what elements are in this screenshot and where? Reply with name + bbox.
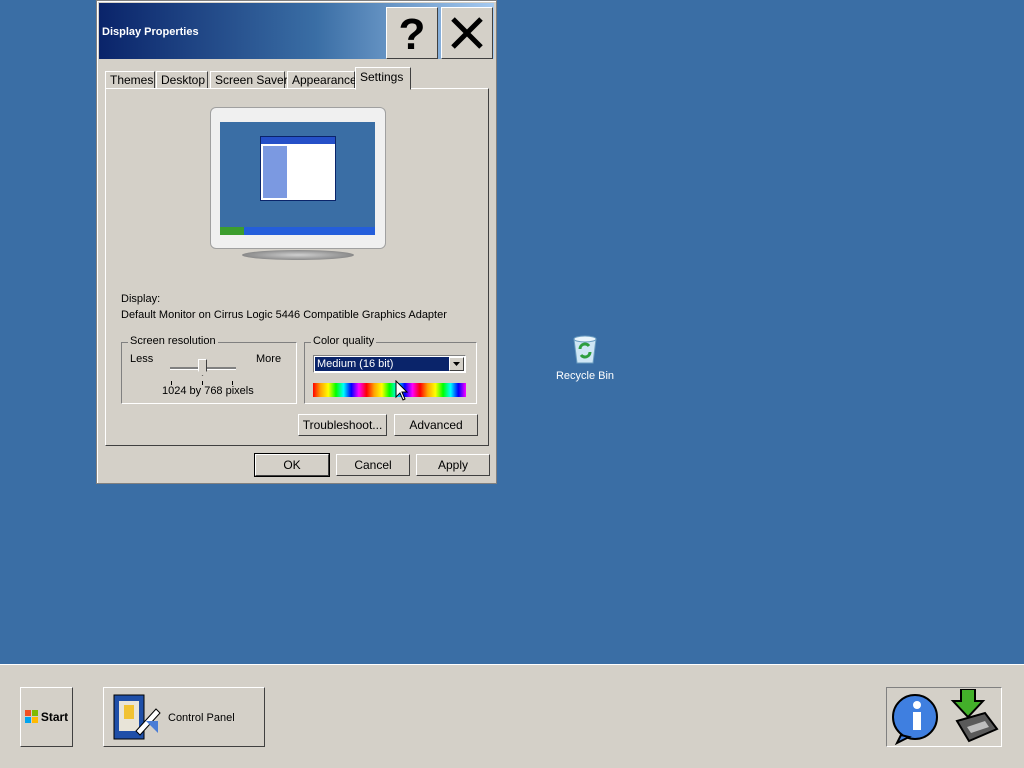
taskbar: Start Control Panel xyxy=(0,664,1024,768)
recycle-bin-desktop-icon[interactable]: Recycle Bin xyxy=(553,333,617,382)
tab-settings[interactable]: Settings xyxy=(355,67,411,90)
screen-resolution-legend: Screen resolution xyxy=(128,335,218,347)
chevron-down-icon xyxy=(453,362,460,366)
windows-logo-icon xyxy=(24,710,38,723)
monitor-preview xyxy=(210,107,386,260)
preview-start xyxy=(220,227,244,235)
dialog-title: Display Properties xyxy=(102,26,199,38)
resolution-slider-thumb[interactable] xyxy=(198,359,207,376)
tab-desktop[interactable]: Desktop xyxy=(156,71,208,89)
color-quality-value: Medium (16 bit) xyxy=(315,357,449,371)
color-quality-select[interactable]: Medium (16 bit) xyxy=(313,355,466,373)
svg-text:?: ? xyxy=(399,11,426,55)
close-button[interactable] xyxy=(441,7,493,59)
task-label: Control Panel xyxy=(168,712,235,724)
more-label: More xyxy=(256,353,282,365)
display-properties-dialog: Display Properties ? Themes Desktop Scre… xyxy=(96,0,497,484)
advanced-button[interactable]: Advanced xyxy=(394,414,478,436)
dropdown-button[interactable] xyxy=(449,357,464,371)
preview-window xyxy=(260,136,336,201)
resolution-value: 1024 by 768 pixels xyxy=(162,385,254,397)
display-label: Display: xyxy=(121,293,161,305)
monitor-body xyxy=(210,107,386,249)
info-icon[interactable] xyxy=(889,691,943,745)
tab-themes[interactable]: Themes xyxy=(105,71,155,89)
apply-button[interactable]: Apply xyxy=(416,454,490,476)
display-value: Default Monitor on Cirrus Logic 5446 Com… xyxy=(121,309,447,321)
troubleshoot-button[interactable]: Troubleshoot... xyxy=(298,414,387,436)
question-icon: ? xyxy=(399,11,426,55)
ok-button[interactable]: OK xyxy=(254,453,330,477)
monitor-stand xyxy=(242,250,354,260)
screen-resolution-group: Screen resolution Less More 1024 by 768 … xyxy=(121,335,297,404)
start-button[interactable]: Start xyxy=(20,687,73,747)
mouse-cursor-icon xyxy=(395,380,409,401)
color-spectrum-bar xyxy=(313,383,466,397)
taskbar-control-panel[interactable]: Control Panel xyxy=(103,687,265,747)
system-tray xyxy=(886,687,1002,747)
start-label: Start xyxy=(40,710,69,724)
close-icon xyxy=(451,17,483,49)
recycle-bin-icon xyxy=(573,335,597,364)
color-quality-legend: Color quality xyxy=(311,335,377,347)
tab-appearance[interactable]: Appearance xyxy=(287,71,357,89)
color-quality-group: Color quality Medium (16 bit) xyxy=(304,335,477,404)
settings-panel: Display: Default Monitor on Cirrus Logic… xyxy=(105,88,489,446)
monitor-screen xyxy=(220,122,375,235)
less-label: Less xyxy=(130,353,154,365)
help-button[interactable]: ? xyxy=(386,7,438,59)
recycle-bin-label: Recycle Bin xyxy=(555,370,615,382)
cancel-button[interactable]: Cancel xyxy=(336,454,410,476)
control-panel-icon xyxy=(113,694,161,740)
safely-remove-hardware-icon[interactable] xyxy=(947,689,1001,745)
tab-screen-saver[interactable]: Screen Saver xyxy=(210,71,288,89)
title-bar[interactable]: Display Properties ? xyxy=(99,3,494,59)
